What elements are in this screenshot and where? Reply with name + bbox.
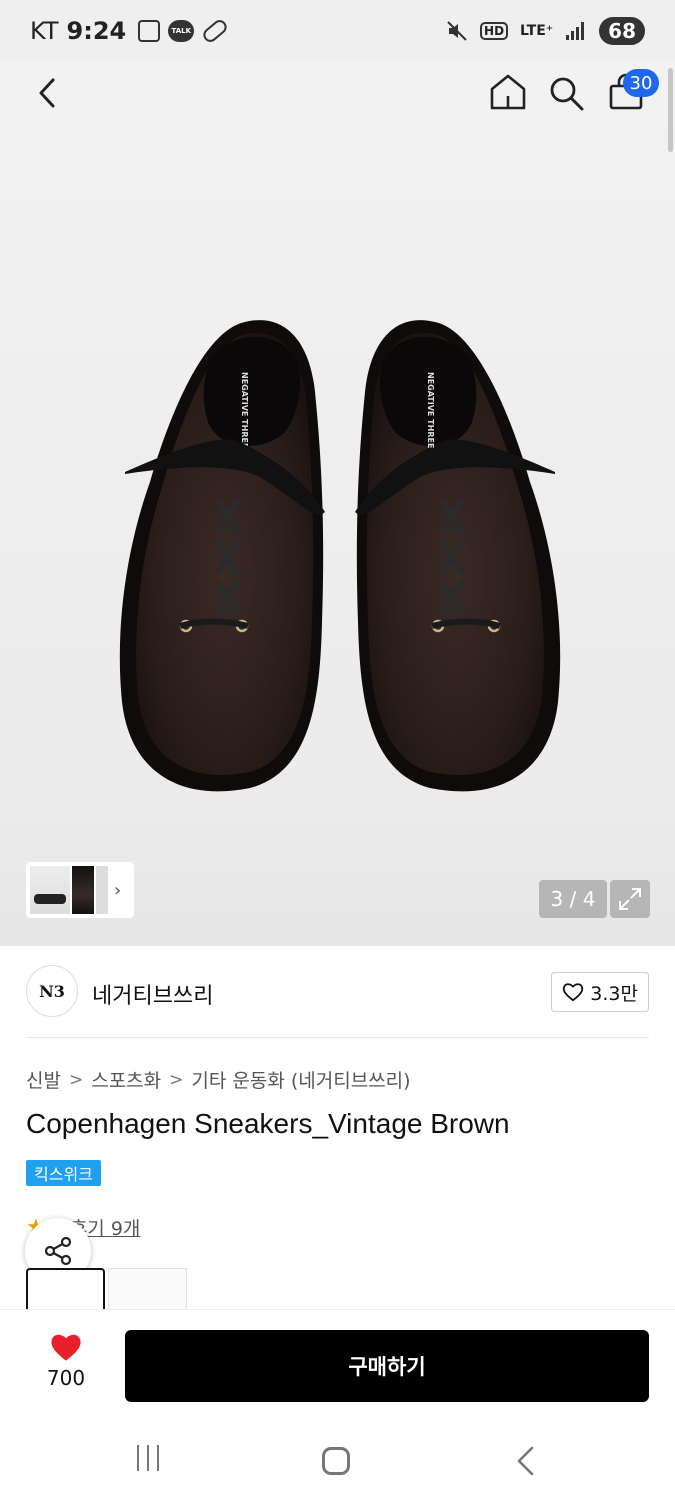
status-bar: KT 9:24 TALK HD LTE⁺ 68 (0, 0, 675, 62)
product-gallery[interactable]: 30 NEGATIVE THREE NEGATIVE THREE › 3 / 4 (0, 62, 675, 946)
thumbnail-image[interactable] (96, 866, 108, 914)
search-icon (550, 77, 584, 111)
product-image: NEGATIVE THREE NEGATIVE THREE (119, 320, 561, 792)
chevron-left-icon (39, 78, 55, 108)
scrollbar[interactable] (668, 68, 673, 152)
purchase-bar: 700 구매하기 (0, 1309, 675, 1419)
system-navigation-bar (0, 1419, 675, 1500)
home-icon (490, 74, 526, 110)
left-tongue-text: NEGATIVE THREE (240, 372, 249, 448)
battery-indicator: 68 (599, 17, 645, 45)
brand-row: N3 네거티브쓰리 3.3만 (26, 962, 649, 1022)
brand-like-button[interactable]: 3.3만 (551, 972, 649, 1012)
promo-badge: 킥스위크 (26, 1160, 101, 1186)
recent-apps-button[interactable] (133, 1445, 163, 1475)
brand-logo[interactable]: N3 (26, 965, 78, 1017)
recent-apps-icon (147, 1445, 149, 1471)
hd-voice-icon: HD (480, 22, 509, 40)
back-button[interactable] (30, 76, 64, 110)
heart-outline-icon (563, 983, 584, 1002)
signal-icon (566, 22, 585, 40)
image-pager: 3 / 4 (539, 880, 607, 918)
left-shoe: NEGATIVE THREE (119, 320, 325, 792)
brand-name[interactable]: 네거티브쓰리 (92, 978, 213, 1010)
thumbnail-strip[interactable]: › (26, 862, 134, 918)
screenshot-icon (138, 20, 161, 42)
carrier-label: KT (30, 17, 59, 45)
breadcrumb-item[interactable]: 기타 운동화 (네거티브쓰리) (191, 1066, 410, 1093)
system-back-button[interactable] (514, 1445, 538, 1477)
like-count: 700 (46, 1366, 86, 1390)
mute-icon (447, 21, 467, 41)
breadcrumb-separator: > (169, 1069, 184, 1090)
buy-button[interactable]: 구매하기 (125, 1330, 649, 1402)
expand-icon (619, 888, 641, 910)
clock: 9:24 (66, 17, 127, 45)
cart-count-badge: 30 (623, 69, 659, 97)
kakaotalk-icon: TALK (168, 20, 195, 42)
right-shoe (355, 320, 561, 792)
pill-icon (200, 17, 230, 45)
recent-apps-icon (137, 1445, 139, 1471)
home-button[interactable] (488, 72, 528, 112)
breadcrumb-item[interactable]: 스포츠화 (91, 1066, 161, 1093)
like-button[interactable]: 700 (30, 1332, 102, 1398)
share-icon (44, 1236, 72, 1266)
breadcrumb: 신발 > 스포츠화 > 기타 운동화 (네거티브쓰리) (26, 1066, 411, 1093)
search-button[interactable] (547, 74, 587, 114)
brand-like-count: 3.3만 (590, 982, 638, 1005)
thumbnail-image[interactable] (30, 866, 70, 914)
top-navigation: 30 (0, 62, 675, 126)
thumbnail-image[interactable] (72, 866, 94, 914)
breadcrumb-separator: > (68, 1069, 84, 1090)
back-arrow-icon (517, 1446, 534, 1476)
lte-icon: LTE⁺ (520, 23, 554, 39)
product-title: Copenhagen Sneakers_Vintage Brown (26, 1108, 510, 1139)
system-home-button[interactable] (322, 1447, 350, 1475)
chevron-right-icon[interactable]: › (114, 880, 121, 901)
right-tongue-text: NEGATIVE THREE (426, 372, 435, 448)
divider (26, 1037, 649, 1038)
heart-filled-icon (51, 1334, 81, 1361)
recent-apps-icon (157, 1445, 159, 1471)
breadcrumb-item[interactable]: 신발 (26, 1066, 61, 1093)
fullscreen-button[interactable] (610, 880, 650, 918)
